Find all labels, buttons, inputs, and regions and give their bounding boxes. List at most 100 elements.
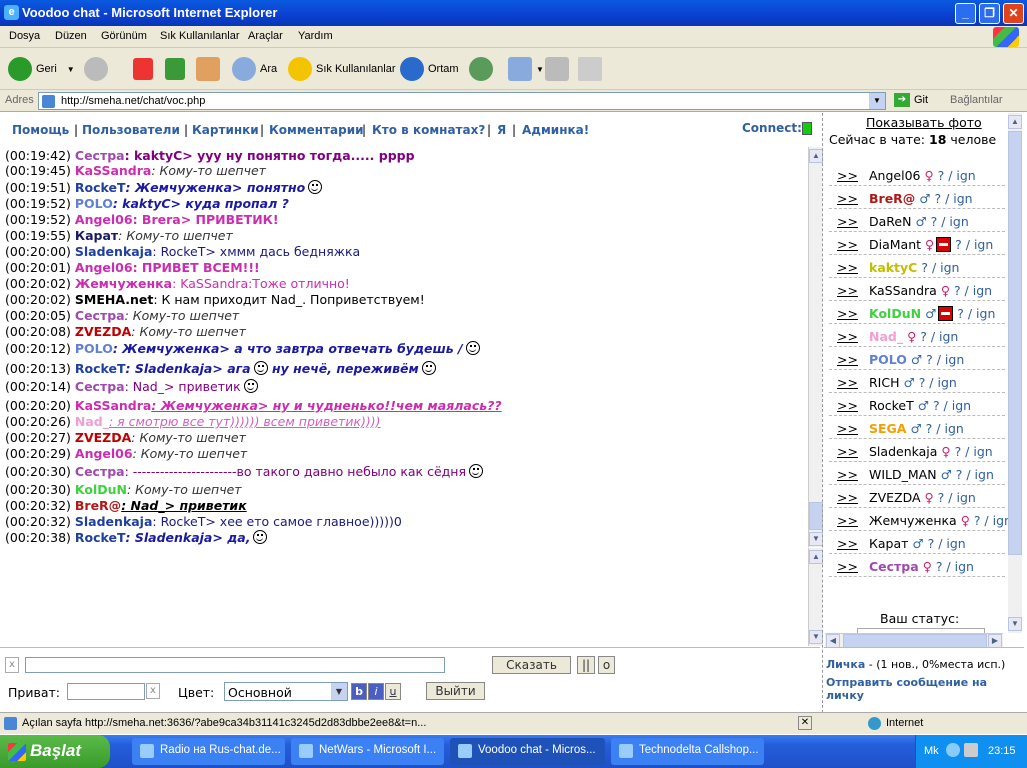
- user-actions[interactable]: ? / ign: [921, 260, 959, 275]
- scroll-up-icon[interactable]: ▲: [809, 149, 823, 163]
- message-nick[interactable]: Nad_: [75, 414, 109, 429]
- close-button[interactable]: ✕: [1003, 3, 1024, 24]
- menu-view[interactable]: Görünüm: [101, 30, 147, 42]
- forward-button[interactable]: [84, 56, 112, 82]
- history-button[interactable]: [469, 56, 497, 82]
- clear-privat-button[interactable]: x: [146, 683, 160, 699]
- message-nick[interactable]: Angel06: [75, 446, 133, 461]
- tray-icon[interactable]: [946, 743, 960, 757]
- nav-pictures[interactable]: Картинки: [192, 123, 259, 137]
- message-nick[interactable]: KolDuN: [75, 482, 127, 497]
- user-go-link[interactable]: >>: [837, 444, 858, 459]
- underline-button[interactable]: u: [385, 683, 401, 700]
- user-name[interactable]: Сестра: [869, 559, 919, 574]
- message-nick[interactable]: Сестра: [75, 464, 125, 479]
- user-go-link[interactable]: >>: [837, 214, 858, 229]
- user-actions[interactable]: ? / ign: [954, 283, 992, 298]
- user-actions[interactable]: ? / ign: [926, 352, 964, 367]
- user-actions[interactable]: ? / ign: [931, 214, 969, 229]
- user-name[interactable]: POLO: [869, 352, 907, 367]
- user-actions[interactable]: ? / ign: [957, 306, 995, 321]
- print-button[interactable]: [545, 56, 573, 82]
- stop-button[interactable]: [133, 56, 157, 82]
- mail-button[interactable]: ▼: [508, 56, 544, 82]
- say-button[interactable]: Сказать: [492, 656, 571, 674]
- refresh-button[interactable]: [165, 56, 189, 82]
- user-name[interactable]: KolDuN: [869, 306, 921, 321]
- message-nick[interactable]: Sladenkaja: [75, 244, 153, 259]
- message-nick[interactable]: POLO: [75, 196, 113, 211]
- scroll-thumb[interactable]: [843, 634, 987, 648]
- address-input[interactable]: http://smeha.net/chat/voc.php ▼: [38, 92, 886, 110]
- nav-comments[interactable]: Комментарии: [269, 123, 364, 137]
- lichka-title[interactable]: Личка: [826, 658, 865, 671]
- user-name[interactable]: ZVEZDA: [869, 490, 921, 505]
- user-name[interactable]: Жемчуженка: [869, 513, 957, 528]
- user-go-link[interactable]: >>: [837, 536, 858, 551]
- italic-button[interactable]: i: [368, 683, 384, 700]
- message-nick[interactable]: Карат: [75, 228, 118, 243]
- chevron-down-icon[interactable]: ▼: [869, 93, 885, 109]
- o-button[interactable]: o: [598, 656, 615, 674]
- scroll-left-icon[interactable]: ◀: [826, 634, 840, 648]
- nav-users[interactable]: Пользователи: [82, 123, 180, 137]
- nav-help[interactable]: Помощь: [12, 123, 69, 137]
- user-actions[interactable]: ? / ign: [938, 490, 976, 505]
- user-go-link[interactable]: >>: [837, 490, 858, 505]
- scroll-thumb[interactable]: [809, 502, 823, 530]
- user-go-link[interactable]: >>: [837, 375, 858, 390]
- search-button[interactable]: Ara: [232, 56, 277, 82]
- media-button[interactable]: Ortam: [400, 56, 459, 82]
- user-actions[interactable]: ? / ign: [934, 191, 972, 206]
- edit-button[interactable]: [578, 56, 606, 82]
- user-actions[interactable]: ? / ign: [956, 467, 994, 482]
- message-nick[interactable]: Angel06: [75, 260, 133, 275]
- user-actions[interactable]: ? / ign: [974, 513, 1010, 528]
- message-nick[interactable]: POLO: [75, 341, 113, 356]
- scroll-up-icon[interactable]: ▲: [1008, 115, 1022, 129]
- user-go-link[interactable]: >>: [837, 191, 858, 206]
- show-photo-link[interactable]: Показывать фото: [866, 115, 982, 130]
- task-voodoo-chat[interactable]: Voodoo chat - Micros...: [450, 738, 605, 765]
- menu-tools[interactable]: Araçlar: [248, 30, 283, 42]
- nav-admin[interactable]: Админка!: [522, 123, 589, 137]
- user-name[interactable]: Sladenkaja: [869, 444, 937, 459]
- user-go-link[interactable]: >>: [837, 352, 858, 367]
- user-actions[interactable]: ? / ign: [938, 168, 976, 183]
- message-nick[interactable]: Сестра: [75, 379, 125, 394]
- user-name[interactable]: SEGA: [869, 421, 906, 436]
- user-name[interactable]: Карат: [869, 536, 908, 551]
- bold-button[interactable]: b: [351, 683, 367, 700]
- user-actions[interactable]: ? / ign: [919, 375, 957, 390]
- menu-favorites[interactable]: Sık Kullanılanlar: [160, 30, 240, 42]
- task-netwars[interactable]: NetWars - Microsoft I...: [291, 738, 444, 765]
- user-actions[interactable]: ? / ign: [933, 398, 971, 413]
- task-radio[interactable]: Radio на Rus-chat.de...: [132, 738, 285, 765]
- scroll-down-icon[interactable]: ▼: [809, 532, 823, 546]
- task-technodelta[interactable]: Technodelta Callshop...: [611, 738, 764, 765]
- user-go-link[interactable]: >>: [837, 168, 858, 183]
- users-hscrollbar[interactable]: ◀ ▶: [825, 633, 1003, 648]
- frame-scrollbar[interactable]: ▲ ▼: [808, 548, 823, 646]
- user-name[interactable]: BreR@: [869, 191, 915, 206]
- scroll-right-icon[interactable]: ▶: [988, 634, 1002, 648]
- lang-indicator[interactable]: Mk: [924, 745, 939, 757]
- user-actions[interactable]: ? / ign: [928, 536, 966, 551]
- message-input[interactable]: [25, 657, 445, 673]
- links-label[interactable]: Bağlantılar: [950, 94, 1003, 106]
- send-private-link[interactable]: Отправить сообщение на личку: [826, 676, 1006, 702]
- scroll-thumb[interactable]: [1008, 131, 1022, 555]
- message-nick[interactable]: KaSSandra: [75, 163, 151, 178]
- back-button[interactable]: Geri ▼: [8, 56, 75, 82]
- scroll-down-icon[interactable]: ▼: [809, 630, 823, 644]
- home-button[interactable]: [196, 56, 224, 82]
- user-go-link[interactable]: >>: [837, 260, 858, 275]
- user-go-link[interactable]: >>: [837, 306, 858, 321]
- minimize-button[interactable]: _: [955, 3, 976, 24]
- maximize-button[interactable]: ❐: [979, 3, 1000, 24]
- message-nick[interactable]: SMEHA.net: [75, 292, 153, 307]
- user-name[interactable]: Nad_: [869, 329, 903, 344]
- color-select[interactable]: Основной ▼: [224, 682, 348, 701]
- message-nick[interactable]: Сестра: [75, 308, 125, 323]
- user-go-link[interactable]: >>: [837, 329, 858, 344]
